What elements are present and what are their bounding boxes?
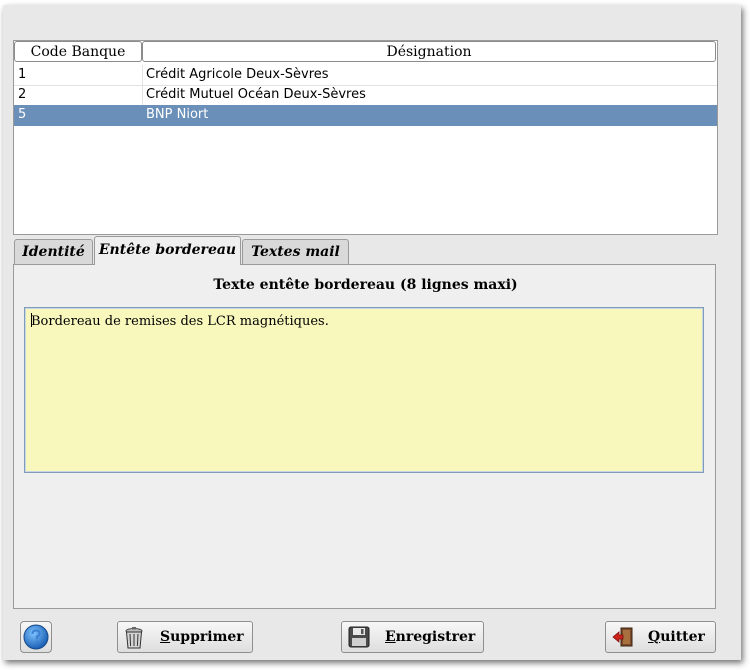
column-header-designation[interactable]: Désignation: [142, 41, 716, 62]
tab-textes-mail[interactable]: Textes mail: [242, 239, 349, 264]
column-divider: [142, 65, 143, 85]
cell-code: 5: [18, 107, 27, 122]
column-divider: [142, 105, 143, 125]
panel-title: Texte entête bordereau (8 lignes maxi): [213, 277, 518, 293]
header-text-value: Bordereau de remises des LCR magnétiques…: [31, 314, 329, 329]
delete-button[interactable]: Supprimer: [117, 621, 253, 653]
save-button[interactable]: Enregistrer: [341, 621, 484, 653]
delete-button-label: Supprimer: [160, 629, 244, 645]
tab-panel: Texte entête bordereau (8 lignes maxi) B…: [13, 264, 716, 609]
table-row-selected[interactable]: 5 BNP Niort: [14, 105, 717, 126]
tab-entete-bordereau[interactable]: Entête bordereau: [94, 236, 241, 265]
cell-code: 2: [18, 87, 27, 102]
tab-identite[interactable]: Identité: [14, 239, 93, 264]
cell-code: 1: [18, 67, 27, 82]
help-button[interactable]: [20, 621, 52, 653]
exit-door-icon: [612, 627, 633, 647]
save-button-label: Enregistrer: [385, 629, 476, 645]
header-text-area[interactable]: Bordereau de remises des LCR magnétiques…: [24, 307, 704, 473]
help-question-icon: [23, 624, 49, 650]
trash-can-icon: [125, 627, 143, 649]
table-row[interactable]: 1 Crédit Agricole Deux-Sèvres: [14, 65, 717, 86]
column-divider: [142, 85, 143, 105]
bank-table: Code Banque Désignation 1 Crédit Agricol…: [13, 40, 718, 235]
quit-button[interactable]: Quitter: [605, 621, 716, 653]
cell-designation: Crédit Mutuel Océan Deux-Sèvres: [146, 87, 366, 102]
cell-designation: Crédit Agricole Deux-Sèvres: [146, 67, 329, 82]
cell-designation: BNP Niort: [146, 107, 209, 122]
column-header-code[interactable]: Code Banque: [14, 41, 142, 62]
table-row[interactable]: 2 Crédit Mutuel Océan Deux-Sèvres: [14, 85, 717, 106]
floppy-disk-icon: [348, 626, 370, 648]
quit-button-label: Quitter: [648, 629, 705, 645]
table-header: Code Banque Désignation: [14, 41, 717, 64]
